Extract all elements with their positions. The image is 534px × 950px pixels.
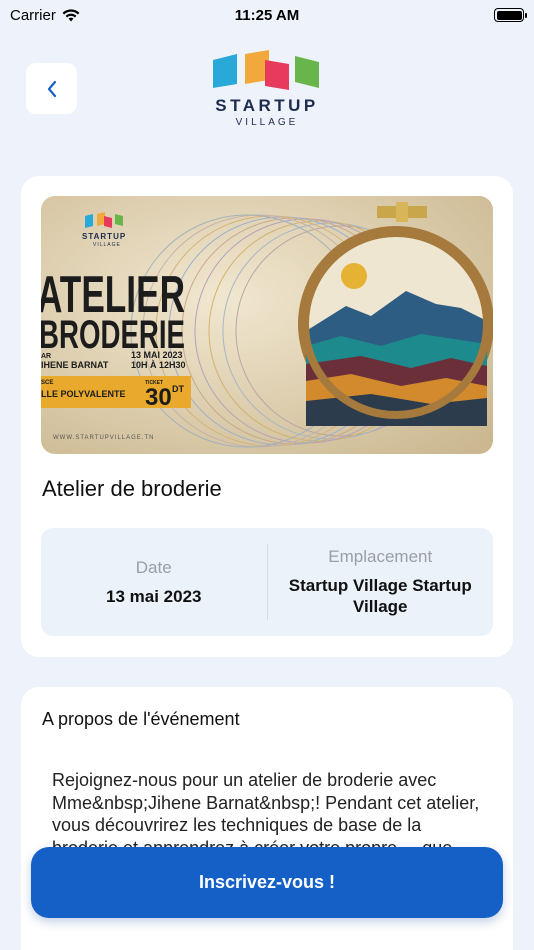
banner-date: 13 MAI 2023 bbox=[131, 350, 183, 360]
chevron-left-icon bbox=[47, 80, 56, 97]
event-info-box: Date 13 mai 2023 Emplacement Startup Vil… bbox=[41, 528, 493, 636]
banner-logo-sub: VILLAGE bbox=[93, 242, 121, 248]
battery-icon bbox=[494, 8, 527, 22]
logo-wordmark: STARTUP bbox=[215, 96, 319, 115]
wifi-icon bbox=[62, 8, 80, 21]
logo-mark-icon bbox=[213, 50, 319, 90]
date-value: 13 mai 2023 bbox=[106, 586, 202, 606]
banner-currency: DT bbox=[172, 384, 184, 394]
banner-place: LLE POLYVALENTE bbox=[41, 389, 126, 399]
banner-logo-word: STARTUP bbox=[82, 232, 126, 241]
register-button[interactable]: Inscrivez-vous ! bbox=[31, 847, 503, 918]
banner-host-prefix: AR bbox=[41, 353, 51, 360]
startup-village-logo: STARTUP VILLAGE bbox=[200, 50, 334, 132]
banner-place-prefix: SCE bbox=[41, 380, 53, 386]
date-section: Date 13 mai 2023 bbox=[41, 528, 267, 636]
banner-website: WWW.STARTUPVILLAGE.TN bbox=[53, 435, 154, 441]
event-card: STARTUP VILLAGE ATELIER BRODERIE AR IHEN… bbox=[21, 176, 513, 657]
event-title: Atelier de broderie bbox=[42, 476, 222, 501]
event-banner-image: STARTUP VILLAGE ATELIER BRODERIE AR IHEN… bbox=[41, 196, 493, 454]
location-label: Emplacement bbox=[328, 547, 433, 566]
banner-host-name: IHENE BARNAT bbox=[41, 360, 109, 370]
status-bar: Carrier 11:25 AM bbox=[0, 0, 534, 30]
status-left: Carrier bbox=[10, 7, 80, 24]
banner-price: 30 bbox=[145, 384, 172, 411]
status-time: 11:25 AM bbox=[234, 6, 300, 24]
location-section: Emplacement Startup Village Startup Vill… bbox=[268, 528, 494, 636]
location-value: Startup Village Startup Village bbox=[288, 576, 472, 616]
banner-hours: 10H À 12H30 bbox=[131, 360, 186, 370]
carrier-label: Carrier bbox=[10, 6, 56, 24]
back-button[interactable] bbox=[26, 63, 77, 114]
logo-subtitle: VILLAGE bbox=[235, 117, 299, 128]
about-title: A propos de l'événement bbox=[42, 709, 240, 729]
date-label: Date bbox=[135, 557, 172, 577]
